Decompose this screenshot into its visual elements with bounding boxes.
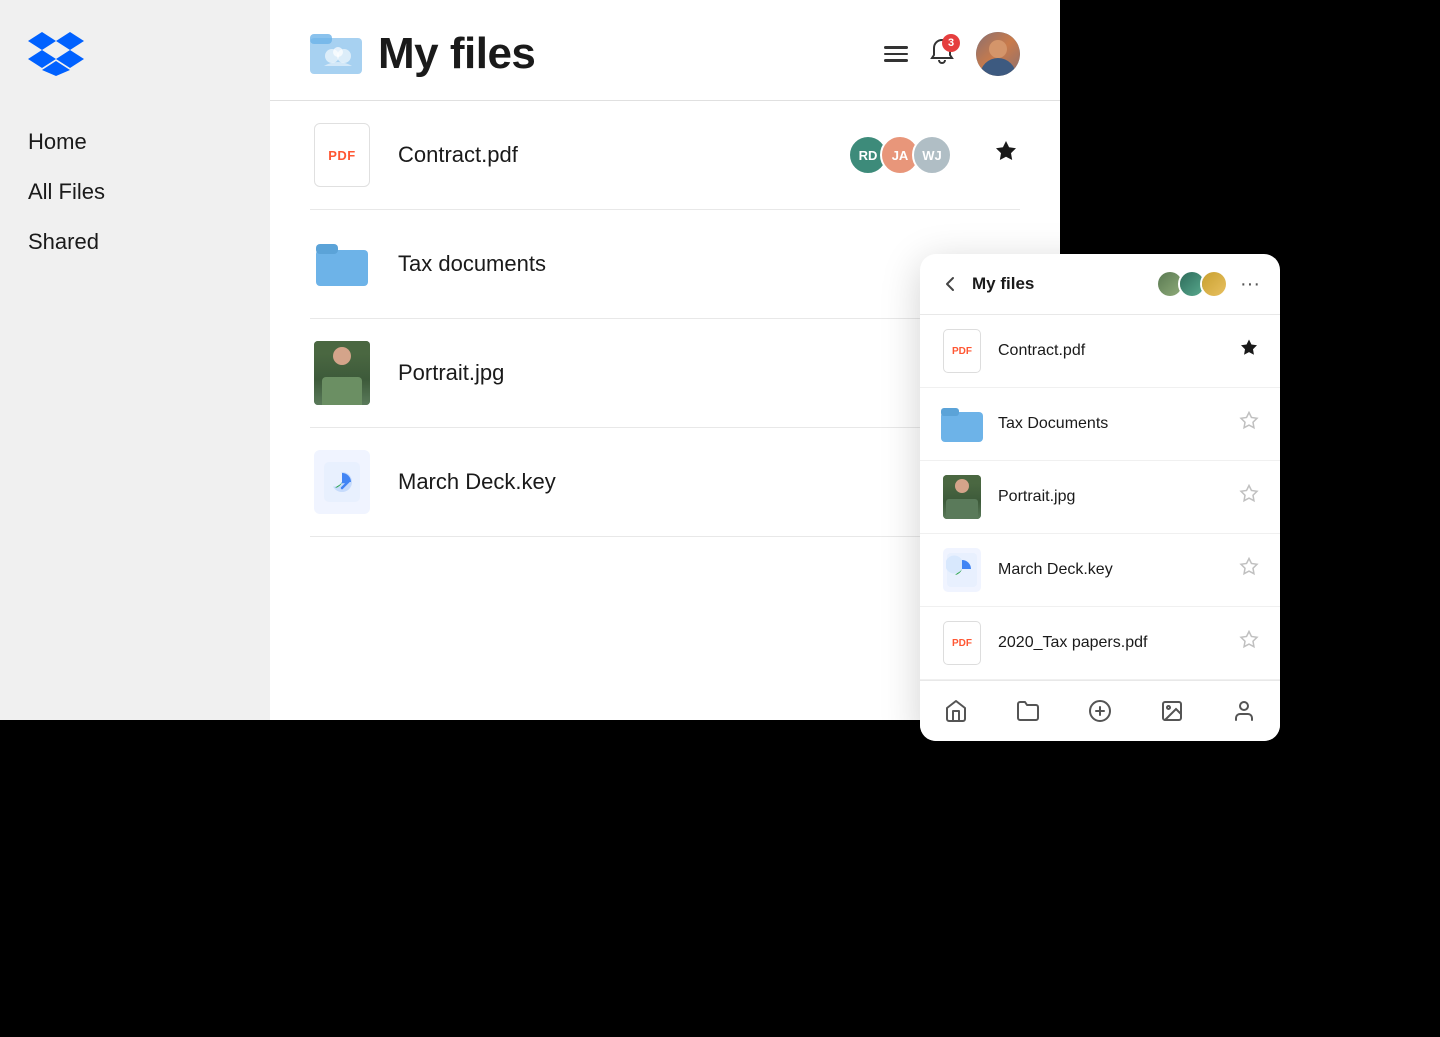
panel-portrait-thumbnail (943, 475, 981, 519)
panel-more-button[interactable]: ··· (1240, 274, 1260, 294)
header-left: My files (310, 28, 535, 80)
panel-shared-avatars (1156, 270, 1228, 298)
file-item-contract[interactable]: PDF Contract.pdf RD JA WJ (310, 101, 1020, 210)
panel-star-march-deck[interactable] (1238, 557, 1260, 584)
panel-star-tax-papers[interactable] (1238, 630, 1260, 657)
panel-keynote-icon-march-deck (940, 548, 984, 592)
panel-image-icon-portrait (940, 475, 984, 519)
panel-file-item-tax-papers[interactable]: PDF 2020_Tax papers.pdf (920, 607, 1280, 680)
panel-nav-folder[interactable] (1004, 693, 1052, 729)
shared-avatar-wj: WJ (912, 135, 952, 175)
panel-pdf-icon-tax-papers: PDF (940, 621, 984, 665)
panel-file-name-march-deck: March Deck.key (998, 561, 1238, 579)
mobile-panel: My files ··· PDF Contract.pdf (920, 254, 1280, 741)
panel-title: My files (972, 274, 1156, 294)
panel-folder-icon-tax-docs (940, 402, 984, 446)
panel-nav-add[interactable] (1076, 693, 1124, 729)
panel-file-name-portrait: Portrait.jpg (998, 488, 1238, 506)
portrait-thumbnail (314, 341, 370, 405)
dropbox-logo (28, 32, 242, 81)
file-icon-portrait (310, 341, 374, 405)
my-files-folder-icon (310, 28, 362, 80)
notification-badge: 3 (942, 34, 960, 52)
sidebar-item-shared[interactable]: Shared (28, 229, 242, 255)
file-name-contract: Contract.pdf (398, 142, 848, 168)
panel-file-name-contract: Contract.pdf (998, 342, 1238, 360)
user-avatar[interactable] (976, 32, 1020, 76)
panel-file-name-tax-papers: 2020_Tax papers.pdf (998, 634, 1238, 652)
keynote-icon (314, 450, 370, 514)
panel-star-contract[interactable] (1238, 338, 1260, 365)
page-header: My files 3 (270, 0, 1060, 101)
file-item-portrait[interactable]: Portrait.jpg (310, 319, 1020, 428)
file-icon-march-deck (310, 450, 374, 514)
panel-star-portrait[interactable] (1238, 484, 1260, 511)
shared-avatars-contract: RD JA WJ (848, 135, 952, 175)
sidebar-item-all-files[interactable]: All Files (28, 179, 242, 205)
panel-back-button[interactable] (940, 274, 960, 294)
file-item-tax-documents[interactable]: Tax documents (310, 210, 1020, 319)
panel-header: My files ··· (920, 254, 1280, 315)
pdf-icon: PDF (314, 123, 370, 187)
sidebar: Home All Files Shared (0, 0, 270, 720)
folder-icon-tax (314, 236, 370, 292)
menu-button[interactable] (884, 46, 908, 62)
panel-pdf-icon-contract: PDF (940, 329, 984, 373)
panel-avatar-3 (1200, 270, 1228, 298)
file-icon-tax-documents (310, 232, 374, 296)
notification-button[interactable]: 3 (928, 38, 956, 71)
panel-file-item-tax-docs[interactable]: Tax Documents (920, 388, 1280, 461)
header-right: 3 (884, 32, 1020, 76)
panel-file-item-portrait[interactable]: Portrait.jpg (920, 461, 1280, 534)
panel-file-item-contract[interactable]: PDF Contract.pdf (920, 315, 1280, 388)
panel-nav-photo[interactable] (1148, 693, 1196, 729)
star-button-contract[interactable] (992, 139, 1020, 172)
panel-star-tax-docs[interactable] (1238, 411, 1260, 438)
panel-file-name-tax-docs: Tax Documents (998, 415, 1238, 433)
file-item-march-deck[interactable]: March Deck.key (310, 428, 1020, 537)
panel-file-item-march-deck[interactable]: March Deck.key (920, 534, 1280, 607)
page-title: My files (378, 29, 535, 79)
panel-nav-home[interactable] (932, 693, 980, 729)
file-icon-contract: PDF (310, 123, 374, 187)
panel-bottom-nav (920, 680, 1280, 741)
sidebar-item-home[interactable]: Home (28, 129, 242, 155)
panel-nav-profile[interactable] (1220, 693, 1268, 729)
